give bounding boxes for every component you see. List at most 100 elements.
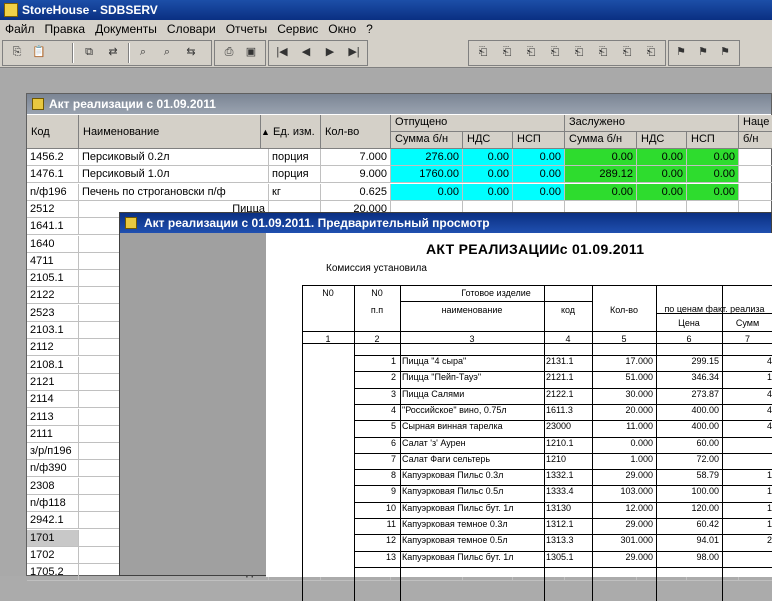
table-cell-p1[interactable]: 0.00	[513, 149, 565, 166]
table-cell-code[interactable]: 2111	[27, 425, 79, 443]
prev-record-icon[interactable]: ◀	[297, 43, 315, 61]
doc-type-ap-icon[interactable]: ⎗	[594, 43, 612, 61]
menu-item-2[interactable]: Документы	[90, 20, 162, 38]
col-header-nds1[interactable]: НДС	[463, 132, 513, 149]
menu-item-6[interactable]: Окно	[323, 20, 361, 38]
table-cell-code[interactable]: 2103.1	[27, 322, 79, 339]
table-cell-code[interactable]: 2112	[27, 339, 79, 357]
replace-icon[interactable]: ⇆	[182, 43, 200, 61]
copy-icon[interactable]: ⎘	[8, 43, 26, 61]
col-header-sum2[interactable]: Сумма б/н	[565, 132, 637, 149]
doc-type-ph-icon[interactable]: ⎗	[474, 43, 492, 61]
table-cell-n1[interactable]: 0.00	[463, 183, 513, 201]
table-cell-s2[interactable]: 0.00	[565, 149, 637, 166]
table-cell-code[interactable]: 2105.1	[27, 270, 79, 288]
table-cell-n2[interactable]: 0.00	[637, 183, 687, 201]
save-icon[interactable]: ▣	[242, 43, 260, 61]
menu-item-5[interactable]: Сервис	[272, 20, 323, 38]
table-cell-code[interactable]: 2114	[27, 391, 79, 409]
table-cell-code[interactable]: 4711	[27, 252, 79, 270]
report-icon-3[interactable]: ⚑	[716, 43, 734, 61]
col-header-unit[interactable]: Ед. изм.	[269, 115, 321, 149]
table-cell-code[interactable]: 1640	[27, 235, 79, 253]
table-cell-code[interactable]: 1701	[27, 529, 79, 547]
col-header-nds2[interactable]: НДС	[637, 132, 687, 149]
doc-type-vn-icon[interactable]: ⎗	[546, 43, 564, 61]
table-cell-code[interactable]: n/ф118	[27, 495, 79, 512]
preview-window-titlebar[interactable]: Акт реализации с 01.09.2011. Предварител…	[120, 213, 771, 233]
report-icon-1[interactable]: ⚑	[672, 43, 690, 61]
print-icon[interactable]: ⎙	[220, 43, 238, 61]
menu-item-1[interactable]: Правка	[40, 20, 91, 38]
col-header-name[interactable]: Наименование	[79, 115, 261, 149]
paste-icon[interactable]: 📋	[30, 43, 48, 61]
next-record-icon[interactable]: ▶	[321, 43, 339, 61]
table-cell-name[interactable]: Печень по строгановски п/ф	[79, 183, 269, 201]
table-cell-code[interactable]: 2942.1	[27, 512, 79, 530]
table-cell-code[interactable]: 1705.2	[27, 564, 79, 582]
doc-type-pn-icon[interactable]: ⎗	[522, 43, 540, 61]
act-window-titlebar[interactable]: Акт реализации с 01.09.2011	[27, 94, 771, 114]
table-cell-unit[interactable]: кг	[269, 183, 321, 201]
col-group-cost[interactable]: Заслужено	[565, 115, 739, 132]
table-cell-code[interactable]: n/ф196	[27, 183, 79, 201]
table-cell-code[interactable]: 2108.1	[27, 356, 79, 374]
table-cell-p2[interactable]: 0.00	[687, 149, 739, 166]
menu-item-0[interactable]: Файл	[0, 20, 40, 38]
report-icon-2[interactable]: ⚑	[694, 43, 712, 61]
find-next-icon[interactable]: ⌕	[158, 43, 176, 61]
col-header-code[interactable]: Код	[27, 115, 79, 149]
table-cell-code[interactable]: 2523	[27, 304, 79, 322]
table-cell-n2[interactable]: 0.00	[637, 149, 687, 166]
menu-item-7[interactable]: ?	[361, 20, 378, 38]
doc-type-act-icon[interactable]: ⎗	[642, 43, 660, 61]
table-cell-code[interactable]: 2113	[27, 408, 79, 426]
table-cell-code[interactable]: 2308	[27, 477, 79, 495]
table-cell-qty[interactable]: 0.625	[321, 183, 391, 201]
first-record-icon[interactable]: |◀	[273, 43, 291, 61]
table-cell-code[interactable]: 1641.1	[27, 218, 79, 236]
table-cell-s1[interactable]: 1760.00	[391, 166, 463, 184]
table-cell-code[interactable]: 2121	[27, 373, 79, 391]
move-icon[interactable]: ⇄	[104, 43, 122, 61]
table-cell-unit[interactable]: порция	[269, 166, 321, 184]
table-cell-code[interactable]: n/ф390	[27, 460, 79, 478]
menu-item-4[interactable]: Отчеты	[221, 20, 272, 38]
table-cell-x[interactable]	[739, 166, 772, 184]
table-cell-p1[interactable]: 0.00	[513, 183, 565, 201]
table-cell-x[interactable]	[739, 149, 772, 166]
doc-type-rn-icon[interactable]: ⎗	[498, 43, 516, 61]
table-cell-unit[interactable]: порция	[269, 149, 321, 166]
col-header-sum1[interactable]: Сумма б/н	[391, 132, 463, 149]
col-header-qty[interactable]: Кол-во	[321, 115, 391, 149]
table-cell-code[interactable]: 2122	[27, 287, 79, 305]
col-group-extra[interactable]: Наце	[739, 115, 772, 132]
doc-type-an-icon[interactable]: ⎗	[618, 43, 636, 61]
table-cell-code[interactable]: з/р/п196	[27, 443, 79, 461]
menu-item-3[interactable]: Словари	[162, 20, 221, 38]
col-header-nsp1[interactable]: НСП	[513, 132, 565, 149]
find-icon[interactable]: ⌕	[134, 43, 152, 61]
table-cell-n2[interactable]: 0.00	[637, 166, 687, 184]
table-cell-x[interactable]	[739, 184, 772, 201]
table-cell-s1[interactable]: 276.00	[391, 149, 463, 166]
table-cell-p2[interactable]: 0.00	[687, 166, 739, 184]
table-cell-code[interactable]: 1456.2	[27, 149, 79, 166]
table-cell-p2[interactable]: 0.00	[687, 183, 739, 201]
table-cell-s1[interactable]: 0.00	[391, 183, 463, 201]
col-group-released[interactable]: Отпущено	[391, 115, 565, 132]
table-cell-qty[interactable]: 7.000	[321, 149, 391, 166]
table-cell-n1[interactable]: 0.00	[463, 149, 513, 166]
col-header-nsp2[interactable]: НСП	[687, 132, 739, 149]
col-header-extra-sum[interactable]: б/н	[739, 132, 772, 149]
duplicate-icon[interactable]: ⧉	[80, 43, 98, 61]
last-record-icon[interactable]: ▶|	[345, 43, 363, 61]
table-cell-p1[interactable]: 0.00	[513, 166, 565, 184]
table-cell-qty[interactable]: 9.000	[321, 166, 391, 184]
table-cell-code[interactable]: 2512	[27, 200, 79, 218]
doc-type-sv-icon[interactable]: ⎗	[570, 43, 588, 61]
table-cell-code[interactable]: 1702	[27, 546, 79, 564]
table-cell-name[interactable]: Персиковый 1.0л	[79, 166, 269, 184]
table-cell-s2[interactable]: 289.12	[565, 166, 637, 184]
table-cell-s2[interactable]: 0.00	[565, 183, 637, 201]
